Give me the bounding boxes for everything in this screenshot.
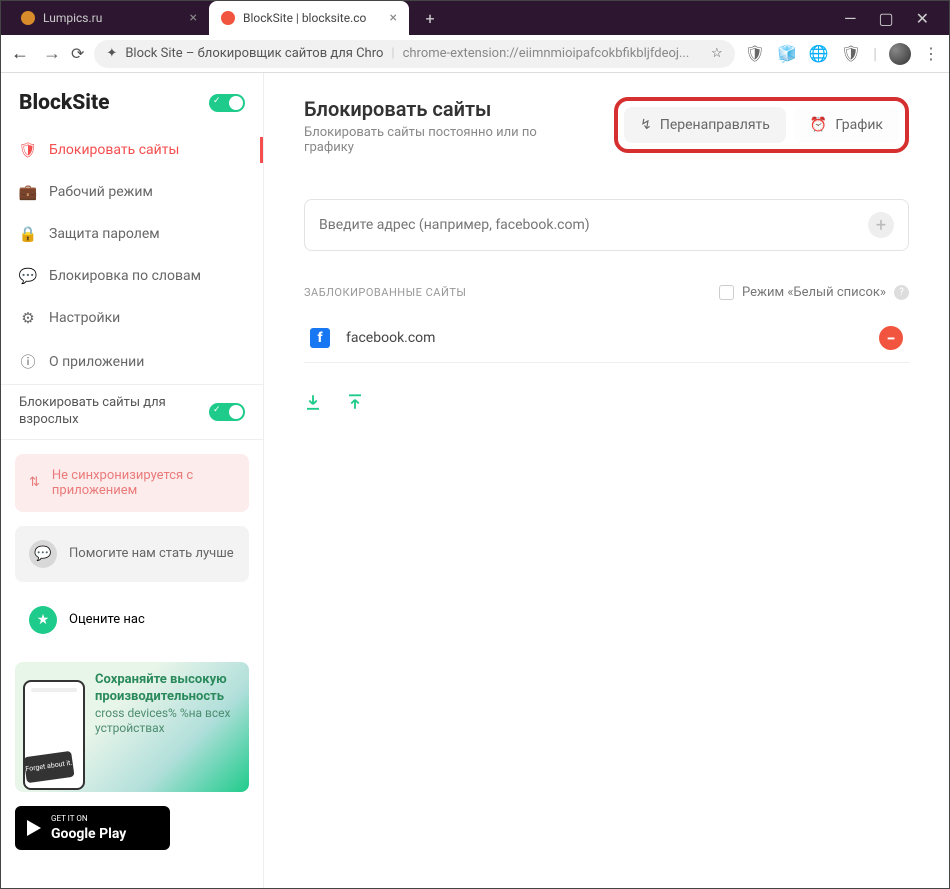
facebook-icon: f	[310, 328, 330, 348]
close-icon[interactable]: ×	[390, 10, 397, 26]
promo-subtitle: cross devices% %на всех устройствах	[95, 706, 239, 737]
feedback-text: Помогите нам стать лучше	[69, 546, 234, 561]
sidebar-item-label: Настройки	[49, 310, 120, 326]
whitelist-checkbox[interactable]	[719, 285, 734, 300]
favicon-icon	[221, 11, 235, 25]
browser-tab-lumpics[interactable]: Lumpics.ru ×	[9, 1, 209, 35]
comment-icon: 💬	[29, 540, 57, 568]
promo-title: Сохраняйте высокую производительность	[95, 672, 239, 706]
reload-icon[interactable]: ⟳	[71, 44, 84, 63]
adult-toggle[interactable]	[209, 403, 245, 421]
close-window-icon[interactable]: ✕	[916, 9, 929, 28]
help-icon[interactable]: ?	[894, 285, 909, 300]
sync-text: Не синхронизируется с приложением	[52, 468, 235, 498]
close-icon[interactable]: ×	[190, 10, 197, 26]
sidebar-item-block-sites[interactable]: 🛡 Блокировать сайты	[1, 129, 263, 171]
phone-mockup-icon: Forget about it.	[23, 680, 85, 790]
sidebar-item-password[interactable]: 🔒 Защита паролем	[1, 213, 263, 255]
adult-block-label: Блокировать сайты для взрослых	[19, 395, 201, 429]
tab-title: BlockSite | blocksite.co	[243, 11, 366, 25]
browser-toolbar: ← → ⟳ ✦ Block Site – блокировщик сайтов …	[1, 35, 949, 73]
whitelist-label: Режим «Белый список»	[742, 285, 886, 300]
download-icon	[304, 393, 322, 411]
maximize-icon[interactable]: ▢	[878, 9, 893, 28]
page-subtitle: Блокировать сайты постоянно или по графи…	[304, 125, 564, 155]
sidebar-item-label: Блокировать сайты	[49, 142, 179, 158]
sidebar-item-label: Защита паролем	[49, 226, 160, 242]
schedule-label: График	[835, 117, 883, 133]
upload-icon	[346, 393, 364, 411]
promo-banner[interactable]: Forget about it. Сохраняйте высокую прои…	[15, 662, 249, 792]
browser-tab-blocksite[interactable]: BlockSite | blocksite.co ×	[209, 1, 409, 35]
sidebar-item-label: О приложении	[49, 354, 144, 370]
shield-icon: 🛡	[19, 141, 37, 159]
main-content: Блокировать сайты Блокировать сайты пост…	[264, 73, 949, 888]
gear-icon: ⚙	[19, 309, 37, 327]
highlight-annotation: ↯ Перенаправлять ⏰ График	[614, 97, 909, 153]
ext-icon-3[interactable]: 🌐	[809, 44, 829, 63]
rate-card[interactable]: ★ Оцените нас	[15, 596, 249, 644]
chat-icon: 💬	[19, 267, 37, 285]
minimize-icon[interactable]: —	[844, 9, 857, 28]
forward-icon[interactable]: →	[43, 43, 61, 64]
rate-text: Оцените нас	[69, 612, 145, 627]
clock-icon: ⏰	[810, 117, 827, 133]
address-bar[interactable]: ✦ Block Site – блокировщик сайтов для Ch…	[94, 40, 734, 68]
site-address-input[interactable]	[319, 217, 868, 233]
sidebar-item-word-block[interactable]: 💬 Блокировка по словам	[1, 255, 263, 297]
briefcase-icon: 💼	[19, 183, 37, 201]
blocked-domain: facebook.com	[346, 330, 435, 346]
brand-logo: BlockSite	[19, 91, 110, 115]
add-site-button[interactable]: +	[868, 212, 894, 238]
ext-icon-1[interactable]: 🛡	[745, 44, 765, 63]
lock-icon: 🔒	[19, 225, 37, 243]
star-icon: ★	[29, 606, 57, 634]
bookmark-star-icon[interactable]: ☆	[711, 46, 723, 61]
master-toggle[interactable]	[209, 94, 245, 112]
sidebar-item-settings[interactable]: ⚙ Настройки	[1, 297, 263, 339]
sidebar: BlockSite 🛡 Блокировать сайты 💼 Рабочий …	[1, 73, 264, 888]
tab-title: Lumpics.ru	[43, 11, 102, 25]
ext-icon-2[interactable]: 🧊	[777, 44, 797, 63]
play-triangle-icon	[27, 820, 41, 836]
redirect-label: Перенаправлять	[660, 117, 770, 133]
menu-icon[interactable]: ⋮	[923, 44, 939, 63]
url-text: chrome-extension://eiimnmioipafcokbfikbl…	[403, 46, 690, 61]
blocked-sites-heading: ЗАБЛОКИРОВАННЫЕ САЙТЫ	[304, 286, 466, 299]
import-button[interactable]	[304, 393, 322, 411]
remove-site-button[interactable]: −	[879, 326, 903, 350]
redirect-arrow-icon: ↯	[640, 117, 652, 133]
gplay-big: Google Play	[51, 826, 126, 842]
export-button[interactable]	[346, 393, 364, 411]
sync-icon: ⇅	[29, 475, 40, 490]
extension-icon: ✦	[106, 46, 117, 61]
google-play-button[interactable]: GET IT ON Google Play	[15, 806, 170, 850]
feedback-card[interactable]: 💬 Помогите нам стать лучше	[15, 526, 249, 582]
sidebar-item-work-mode[interactable]: 💼 Рабочий режим	[1, 171, 263, 213]
info-icon: ⓘ	[19, 351, 37, 372]
window-titlebar: Lumpics.ru × BlockSite | blocksite.co × …	[1, 1, 949, 35]
sidebar-item-label: Рабочий режим	[49, 184, 153, 200]
sidebar-item-about[interactable]: ⓘ О приложении	[1, 339, 263, 384]
site-name: Block Site – блокировщик сайтов для Chro	[125, 46, 383, 61]
back-icon[interactable]: ←	[11, 43, 29, 64]
page-title: Блокировать сайты	[304, 97, 564, 121]
sync-warning-card[interactable]: ⇅ Не синхронизируется с приложением	[15, 454, 249, 512]
new-tab-button[interactable]: +	[417, 5, 443, 31]
sidebar-item-label: Блокировка по словам	[49, 268, 201, 284]
gplay-small: GET IT ON	[51, 814, 126, 823]
add-site-row: +	[304, 199, 909, 251]
blocked-site-row: f facebook.com −	[304, 314, 909, 363]
favicon-icon	[21, 11, 35, 25]
phone-bubble: Forget about it.	[23, 751, 74, 783]
redirect-button[interactable]: ↯ Перенаправлять	[624, 107, 786, 143]
profile-avatar[interactable]	[889, 43, 911, 65]
adult-block-row: Блокировать сайты для взрослых	[1, 384, 263, 440]
ext-icon-4[interactable]: 🛡	[841, 44, 861, 63]
schedule-button[interactable]: ⏰ График	[794, 107, 899, 143]
